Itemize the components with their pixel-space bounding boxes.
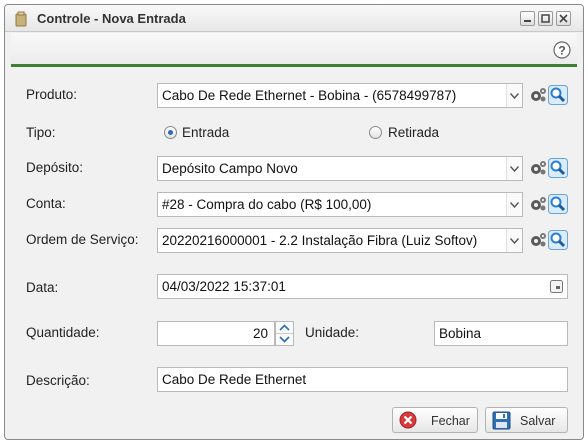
produto-gear-icon[interactable] [528,85,548,105]
help-icon[interactable]: ? [553,41,571,59]
fechar-button-label: Fechar [431,414,470,428]
minimize-icon [524,20,531,22]
ordem-servico-gear-icon[interactable] [528,230,548,250]
unidade-value: Bobina [439,326,482,341]
produto-dropdown-arrow[interactable] [506,84,522,107]
conta-select[interactable]: #28 - Compra do cabo (R$ 100,00) [157,192,523,217]
conta-gear-icon[interactable] [528,194,548,214]
unidade-label: Unidade: [305,325,360,340]
dialog-window: Controle - Nova Entrada ? Produto: Cabo … [4,4,584,440]
radio-retirada-label[interactable]: Retirada [388,125,439,140]
quantidade-value: 20 [252,326,268,341]
calendar-icon[interactable] [550,280,563,293]
data-input[interactable]: 04/03/2022 15:37:01 [157,274,568,299]
salvar-button-label: Salvar [520,414,556,428]
salvar-button[interactable]: Salvar [485,407,568,433]
help-label: ? [558,44,565,58]
descricao-input[interactable]: Cabo De Rede Ethernet [157,367,568,392]
quantidade-input[interactable]: 20 [157,321,275,346]
close-button[interactable] [556,11,571,26]
fechar-button[interactable]: Fechar [392,407,478,433]
ordem-servico-search-icon[interactable] [548,230,568,250]
window-title: Controle - Nova Entrada [37,11,186,26]
chevron-down-icon [510,202,519,208]
deposito-select[interactable]: Depósito Campo Novo [157,156,523,181]
quantidade-label: Quantidade: [26,325,100,340]
close-circle-icon [399,411,417,429]
produto-select[interactable]: Cabo De Rede Ethernet - Bobina - (657849… [157,83,523,108]
save-icon [492,411,511,430]
app-icon [15,11,27,27]
maximize-icon [541,14,550,23]
close-icon [559,14,568,23]
ordem-servico-value: 20220216000001 - 2.2 Instalação Fibra (L… [162,233,478,248]
produto-value: Cabo De Rede Ethernet - Bobina - (657849… [162,88,457,103]
data-label: Data: [26,280,59,295]
ordem-servico-label: Ordem de Serviço: [26,232,139,247]
maximize-button[interactable] [538,11,553,26]
chevron-down-icon [510,166,519,172]
deposito-gear-icon[interactable] [528,158,548,178]
conta-dropdown-arrow[interactable] [506,193,522,216]
deposito-label: Depósito: [26,160,84,175]
descricao-label: Descrição: [26,373,90,388]
chevron-down-icon [510,93,519,99]
deposito-search-icon[interactable] [548,158,568,178]
conta-search-icon[interactable] [548,194,568,214]
radio-entrada[interactable] [164,126,177,139]
chevron-down-icon [510,238,519,244]
quantity-stepper[interactable] [275,321,294,346]
conta-label: Conta: [26,196,66,211]
tipo-label: Tipo: [26,125,56,140]
descricao-value: Cabo De Rede Ethernet [162,372,307,387]
radio-retirada[interactable] [369,126,382,139]
deposito-dropdown-arrow[interactable] [506,157,522,180]
produto-search-icon[interactable] [548,85,568,105]
title-bar[interactable]: Controle - Nova Entrada [5,5,583,32]
ordem-servico-dropdown-arrow[interactable] [506,229,522,252]
ordem-servico-select[interactable]: 20220216000001 - 2.2 Instalação Fibra (L… [157,228,523,253]
deposito-value: Depósito Campo Novo [162,161,298,176]
form-panel: Produto: Cabo De Rede Ethernet - Bobina … [11,69,577,435]
toolbar: ? [11,33,577,67]
data-value: 04/03/2022 15:37:01 [162,279,286,294]
produto-label: Produto: [26,87,78,102]
minimize-button[interactable] [520,11,535,26]
conta-value: #28 - Compra do cabo (R$ 100,00) [162,197,372,212]
radio-entrada-label[interactable]: Entrada [182,125,229,140]
unidade-input[interactable]: Bobina [434,321,568,346]
